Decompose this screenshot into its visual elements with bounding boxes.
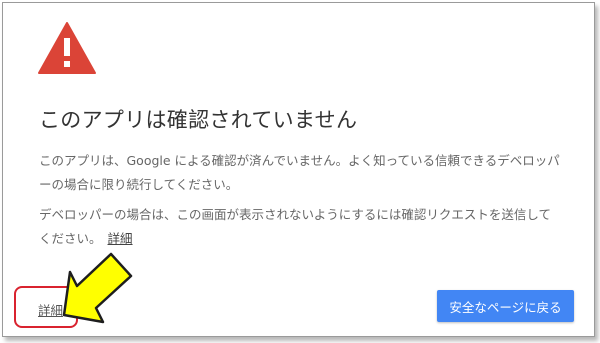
- warning-triangle-icon: [38, 22, 96, 74]
- page-title: このアプリは確認されていません: [39, 108, 358, 132]
- pointer-arrow-icon: [62, 252, 133, 324]
- back-to-safety-button[interactable]: 安全なページに戻る: [437, 290, 574, 322]
- warning-description: このアプリは、Google による確認が済んでいません。よく知っている信頼できる…: [39, 153, 560, 192]
- consent-warning-page: このアプリは確認されていません このアプリは、Google による確認が済んでい…: [2, 2, 595, 337]
